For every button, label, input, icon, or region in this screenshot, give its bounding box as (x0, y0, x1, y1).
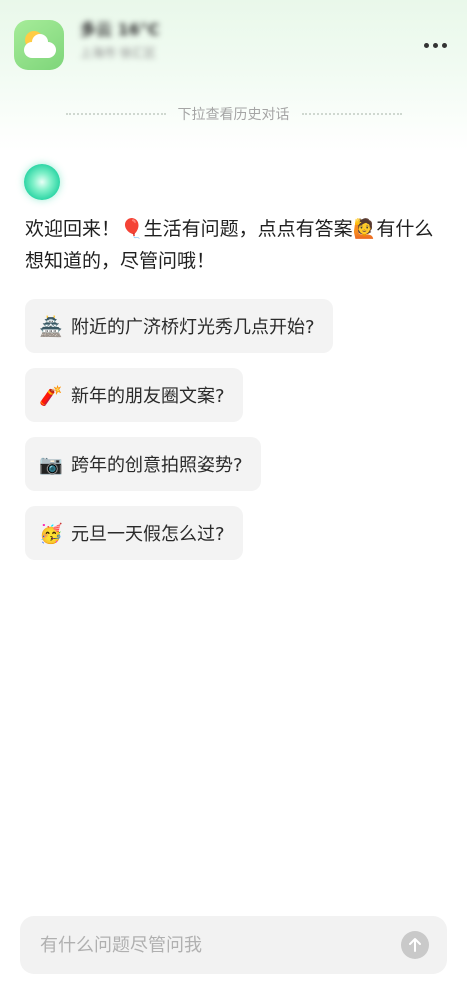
suggestion-chip[interactable]: 🥳 元旦一天假怎么过? (25, 506, 243, 560)
more-dot-icon (423, 42, 429, 48)
weather-location: 上海市 徐汇区 (80, 46, 156, 60)
send-button[interactable] (401, 931, 429, 959)
pull-history-hint[interactable]: 下拉查看历史对话 (0, 104, 467, 124)
suggestion-chip[interactable]: 📷 跨年的创意拍照姿势? (25, 437, 261, 491)
party-face-icon: 🥳 (39, 522, 63, 545)
suggestion-row: 🧨 新年的朋友圈文案? (25, 368, 445, 437)
suggestion-text: 附近的广济桥灯光秀几点开始? (71, 317, 315, 338)
suggestion-row: 📷 跨年的创意拍照姿势? (25, 437, 445, 506)
weather-summary: 多云 16°C (80, 20, 160, 39)
arrow-up-icon (409, 938, 421, 952)
suggestion-chip[interactable]: 🧨 新年的朋友圈文案? (25, 368, 243, 422)
more-dot-icon (432, 42, 438, 48)
suggestion-list: 🏯 附近的广济桥灯光秀几点开始? 🧨 新年的朋友圈文案? 📷 跨年的创意拍照姿势… (25, 299, 445, 575)
suggestion-text: 新年的朋友圈文案? (71, 386, 225, 407)
more-options-button[interactable] (417, 30, 453, 60)
suggestion-text: 元旦一天假怎么过? (71, 524, 225, 545)
camera-icon: 📷 (39, 453, 63, 476)
welcome-message: 欢迎回来！🎈生活有问题，点点有答案🙋有什么想知道的，尽管问哦！ (25, 218, 434, 272)
suggestion-text: 跨年的创意拍照姿势? (71, 455, 243, 476)
suggestion-chip[interactable]: 🏯 附近的广济桥灯光秀几点开始? (25, 299, 333, 353)
temple-icon: 🏯 (39, 315, 63, 338)
chat-input-bar (20, 916, 447, 974)
firecracker-icon: 🧨 (39, 384, 63, 407)
more-dot-icon (441, 42, 447, 48)
suggestion-row: 🥳 元旦一天假怎么过? (25, 506, 445, 575)
weather-icon[interactable] (14, 20, 64, 70)
history-hint-text: 下拉查看历史对话 (177, 107, 290, 123)
weather-info[interactable]: 多云 16°C 上海市 徐汇区 (80, 20, 160, 62)
divider-right (301, 113, 402, 115)
suggestion-row: 🏯 附近的广济桥灯光秀几点开始? (25, 299, 445, 368)
assistant-avatar (24, 164, 60, 200)
chat-input[interactable] (40, 916, 400, 974)
header: 多云 16°C 上海市 徐汇区 (0, 0, 467, 90)
divider-left (65, 113, 166, 115)
cloud-shape (24, 34, 56, 58)
